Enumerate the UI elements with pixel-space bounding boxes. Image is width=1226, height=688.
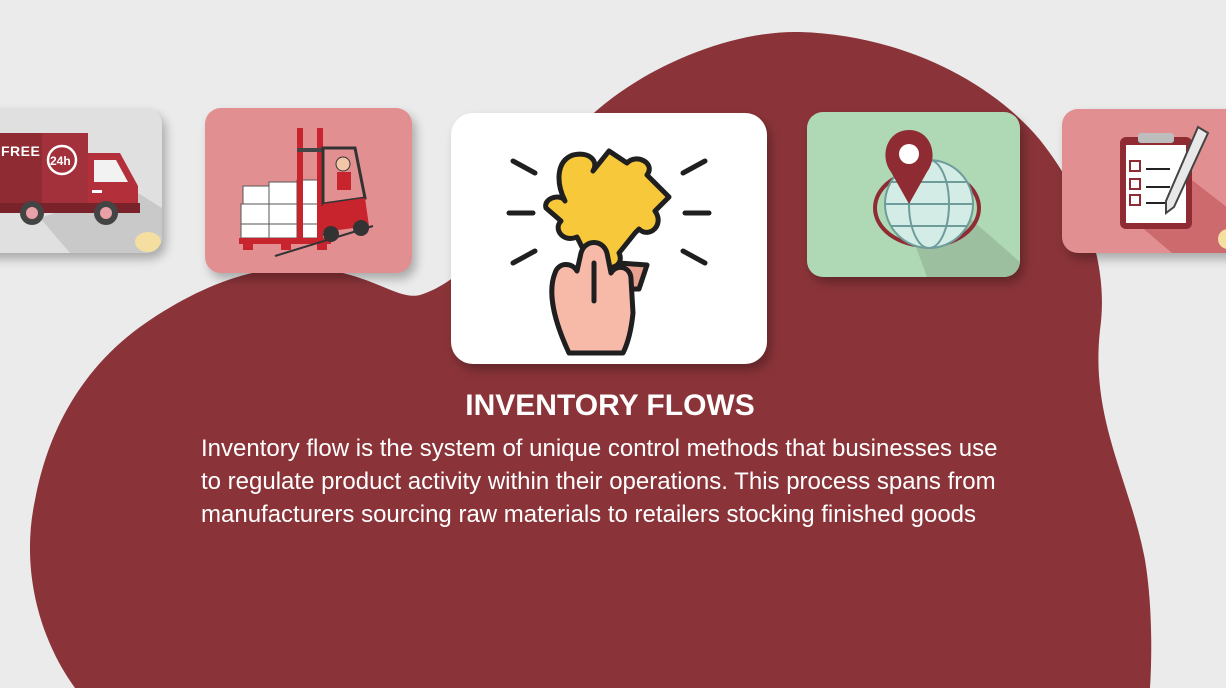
- checklist-clipboard-icon: [1120, 125, 1226, 253]
- slide-title: INVENTORY FLOWS: [465, 389, 755, 422]
- delivery-truck-icon: [0, 133, 162, 253]
- puzzle-hand-icon: [506, 148, 712, 356]
- location-card[interactable]: [807, 112, 1020, 277]
- forklift-icon: [239, 128, 374, 257]
- globe-location-pin-icon: [873, 130, 1020, 277]
- forklift-card[interactable]: [205, 108, 412, 273]
- free-badge-label: FREE: [1, 143, 41, 159]
- puzzle-card[interactable]: [451, 113, 767, 364]
- clock-hours-label: 24h: [50, 154, 71, 168]
- delivery-card[interactable]: FREE 24h: [0, 108, 162, 253]
- checklist-card[interactable]: [1062, 109, 1226, 253]
- slide-body-text: Inventory flow is the system of unique c…: [201, 435, 998, 528]
